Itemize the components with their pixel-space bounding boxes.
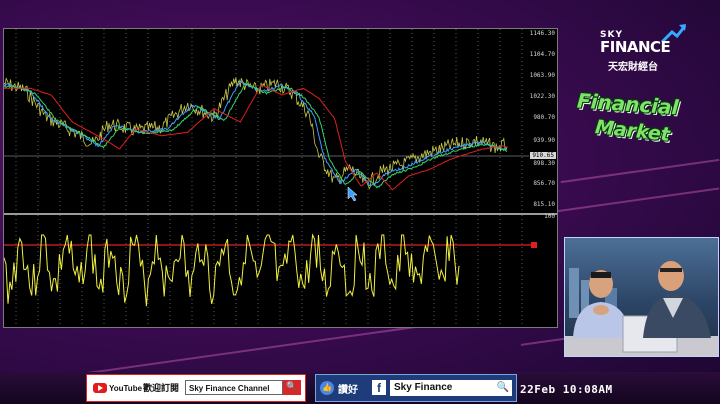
sky-finance-logo: SKY FINANCE 天宏財經台 xyxy=(598,22,688,74)
price-axis-label: 1146.30 xyxy=(529,30,555,37)
mid-moving-average xyxy=(4,82,508,189)
title-market: Market xyxy=(594,116,671,146)
level-marker xyxy=(531,242,537,248)
like-label: 讚好 xyxy=(338,385,358,396)
youtube-search-button[interactable]: 🔍 xyxy=(283,380,301,395)
price-axis-label: 898.30 xyxy=(533,160,555,167)
price-axis-label: 1022.30 xyxy=(529,93,555,100)
facebook-icon: f xyxy=(372,380,386,395)
price-chart[interactable] xyxy=(4,29,557,213)
trading-terminal[interactable]: 1146.30 1104.70 1063.90 1022.30 980.70 9… xyxy=(3,28,558,328)
price-axis-label: 980.70 xyxy=(533,114,555,121)
fast-moving-average xyxy=(4,80,508,187)
like-icon[interactable]: 👍 xyxy=(320,381,334,395)
presenters xyxy=(565,261,718,356)
facebook-page-search[interactable]: Sky Finance xyxy=(390,380,494,396)
current-price-marker: 910.65 xyxy=(530,152,556,159)
price-axis-label: 939.90 xyxy=(533,137,555,144)
broadcast-clock: 22Feb 10:08AM xyxy=(520,383,613,396)
brand-chinese: 天宏財經台 xyxy=(608,62,658,73)
price-chart-pane[interactable]: 1146.30 1104.70 1063.90 1022.30 980.70 9… xyxy=(4,29,557,215)
facebook-search-button[interactable]: 🔍 xyxy=(494,380,512,396)
search-icon: 🔍 xyxy=(496,382,510,393)
subscribe-label: 歡迎訂閱 xyxy=(143,384,180,394)
bg-streak xyxy=(560,158,720,184)
slow-moving-average xyxy=(4,84,508,191)
bg-streak xyxy=(540,187,720,215)
oscillator-line xyxy=(4,233,460,307)
youtube-channel-search[interactable]: Sky Finance Channel xyxy=(185,380,283,395)
brand-finance: FINANCE xyxy=(600,38,671,56)
oscillator-pane[interactable]: 100 xyxy=(4,213,557,327)
facebook-like-panel[interactable]: 👍 讚好 f Sky Finance 🔍 xyxy=(315,374,517,402)
title-financial: Financial xyxy=(576,88,680,120)
price-axis-label: 1104.70 xyxy=(529,51,555,58)
price-axis-label: 856.70 xyxy=(533,180,555,187)
oscillator-axis-label: 100 xyxy=(544,213,555,220)
cursor-arrow-icon xyxy=(347,186,358,202)
financial-market-title: Financial Market xyxy=(575,88,715,150)
search-icon: 🔍 xyxy=(286,382,298,392)
youtube-icon xyxy=(93,383,107,393)
presenters-video xyxy=(564,237,719,357)
youtube-subscribe-panel[interactable]: YouTube 歡迎訂閱 Sky Finance Channel 🔍 xyxy=(86,374,306,402)
price-axis-label: 815.10 xyxy=(533,201,555,208)
youtube-logo-text: YouTube xyxy=(109,383,143,393)
price-axis-label: 1063.90 xyxy=(529,72,555,79)
oscillator-chart[interactable] xyxy=(4,215,557,327)
youtube-logo: YouTube xyxy=(93,381,142,395)
